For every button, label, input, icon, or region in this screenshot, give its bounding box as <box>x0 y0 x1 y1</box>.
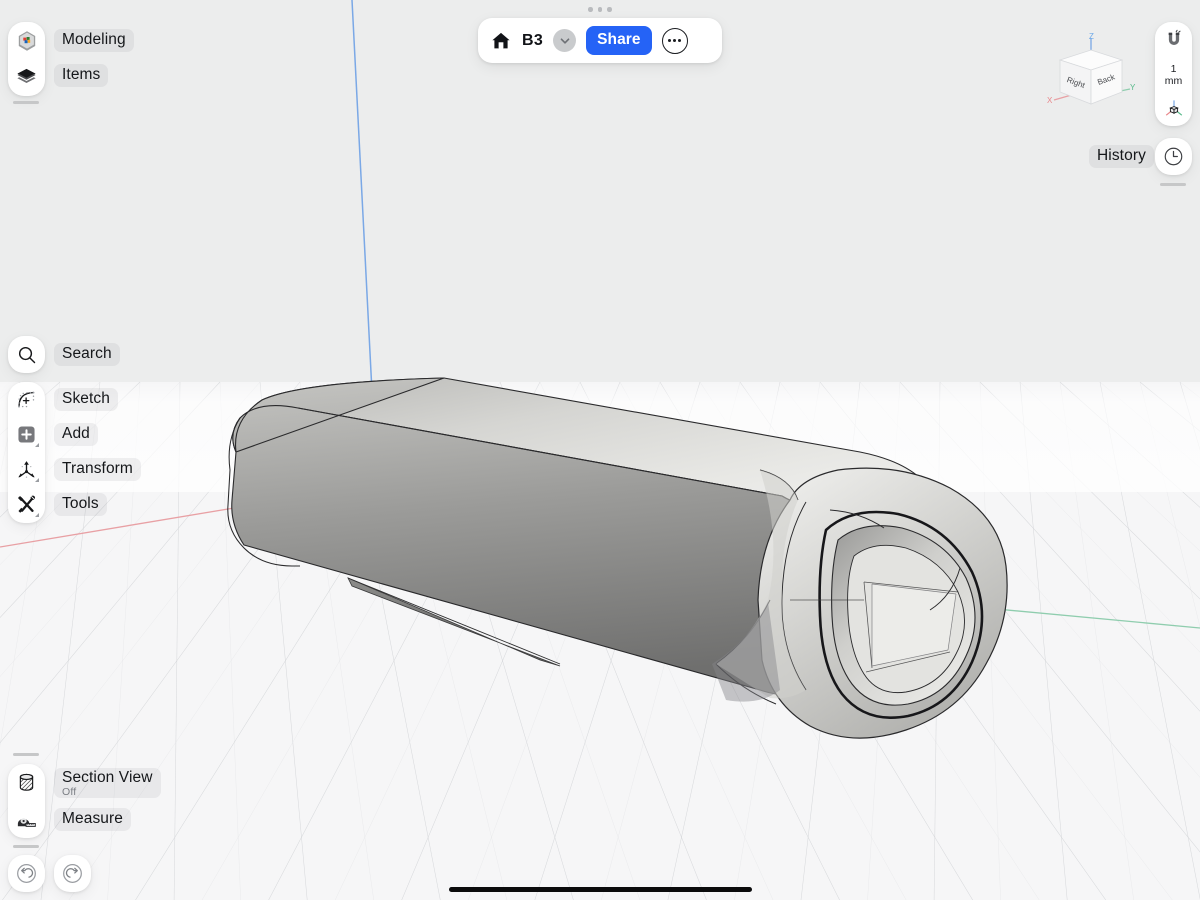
tool-add[interactable] <box>8 417 45 452</box>
section-view-icon <box>19 773 34 791</box>
view-panel-top-handle[interactable] <box>13 753 39 756</box>
home-indicator-bar <box>449 887 752 892</box>
measure-button[interactable] <box>8 801 45 838</box>
sidebar-item-items-label[interactable]: Items <box>54 64 109 87</box>
tool-tools[interactable] <box>8 487 45 522</box>
search-panel <box>8 336 45 373</box>
tool-transform[interactable] <box>8 452 45 487</box>
undo-arrow-icon <box>17 864 36 883</box>
mode-panel <box>8 22 45 96</box>
section-view-label-chip[interactable]: Section View Off <box>54 768 161 798</box>
grid-size-unit: mm <box>1164 74 1183 87</box>
snap-toggle-button[interactable] <box>1155 22 1192 58</box>
3d-viewport[interactable] <box>0 0 1200 900</box>
tool-add-submenu-indicator[interactable] <box>35 443 39 447</box>
tool-tools-label-chip[interactable]: Tools <box>54 493 107 516</box>
chevron-down-icon[interactable] <box>553 29 577 52</box>
cad-app-window: B3 Share Modeling Items Search Sketch Ad… <box>0 0 1200 900</box>
model-front-assembly <box>757 467 1008 739</box>
magnet-icon <box>1168 29 1181 45</box>
sketch-label: Sketch <box>62 390 110 407</box>
history-label: History <box>1097 147 1146 164</box>
items-label: Items <box>62 66 101 83</box>
ellipsis-icon[interactable] <box>661 27 688 54</box>
sidebar-item-modeling[interactable] <box>8 22 45 59</box>
tape-measure-icon <box>17 818 36 827</box>
history-panel <box>1155 138 1192 175</box>
tools-panel <box>8 382 45 523</box>
clock-icon <box>1164 147 1183 166</box>
history-panel-handle[interactable] <box>1160 183 1186 186</box>
redo-panel <box>54 855 91 892</box>
modeling-label: Modeling <box>62 31 126 48</box>
viewcube-label-x: X <box>1047 96 1053 105</box>
viewcube-label-y: Y <box>1130 83 1136 92</box>
section-view-button[interactable] <box>8 764 45 801</box>
tool-tools-submenu-indicator[interactable] <box>35 513 39 517</box>
mode-panel-resize-handle[interactable] <box>13 101 39 104</box>
search-button[interactable] <box>8 336 45 373</box>
search-label-chip[interactable]: Search <box>54 343 120 366</box>
grid-size-value: 1 <box>1170 62 1177 75</box>
sidebar-item-items[interactable] <box>8 59 45 96</box>
tool-transform-submenu-indicator[interactable] <box>35 478 39 482</box>
home-icon[interactable] <box>490 30 512 52</box>
cad-model-rounded-enclosure[interactable] <box>0 0 1200 900</box>
document-title[interactable]: B3 <box>522 32 543 50</box>
search-icon <box>18 346 35 363</box>
add-label: Add <box>62 425 90 442</box>
undo-panel <box>8 855 45 892</box>
measure-label-chip[interactable]: Measure <box>54 808 132 831</box>
tools-label: Tools <box>62 495 99 512</box>
color-cube-icon <box>18 30 35 51</box>
section-view-label: Section View <box>62 768 153 786</box>
search-label: Search <box>62 345 112 362</box>
redo-button[interactable] <box>54 855 91 892</box>
layers-icon <box>17 68 36 84</box>
measure-label: Measure <box>62 810 124 827</box>
tool-sketch-label-chip[interactable]: Sketch <box>54 388 118 411</box>
share-button[interactable]: Share <box>586 26 652 55</box>
tool-sketch[interactable] <box>8 382 45 417</box>
history-button[interactable] <box>1155 138 1192 175</box>
undo-button[interactable] <box>8 855 45 892</box>
sidebar-item-modeling-label[interactable]: Modeling <box>54 29 134 52</box>
view-orientation-cube[interactable]: Right Back Z X Y <box>1044 30 1144 120</box>
redo-arrow-icon <box>63 864 82 883</box>
grid-size-button[interactable]: 1 mm <box>1155 58 1192 92</box>
tool-transform-label-chip[interactable]: Transform <box>54 458 141 481</box>
viewcube-label-z: Z <box>1089 32 1094 41</box>
tool-add-label-chip[interactable]: Add <box>54 423 98 446</box>
history-label-chip[interactable]: History <box>1089 145 1154 168</box>
topbar-drag-handle[interactable] <box>588 7 612 12</box>
document-toolbar: B3 Share <box>478 18 722 63</box>
right-settings-panel: 1 mm <box>1155 22 1192 126</box>
origin-toggle-button[interactable] <box>1155 92 1192 126</box>
view-panel-bottom-handle[interactable] <box>13 845 39 848</box>
view-panel <box>8 764 45 838</box>
section-view-state: Off <box>62 785 77 798</box>
transform-label: Transform <box>62 460 133 477</box>
axis-origin-icon <box>1165 100 1182 116</box>
sketch-arc-icon <box>18 391 35 408</box>
